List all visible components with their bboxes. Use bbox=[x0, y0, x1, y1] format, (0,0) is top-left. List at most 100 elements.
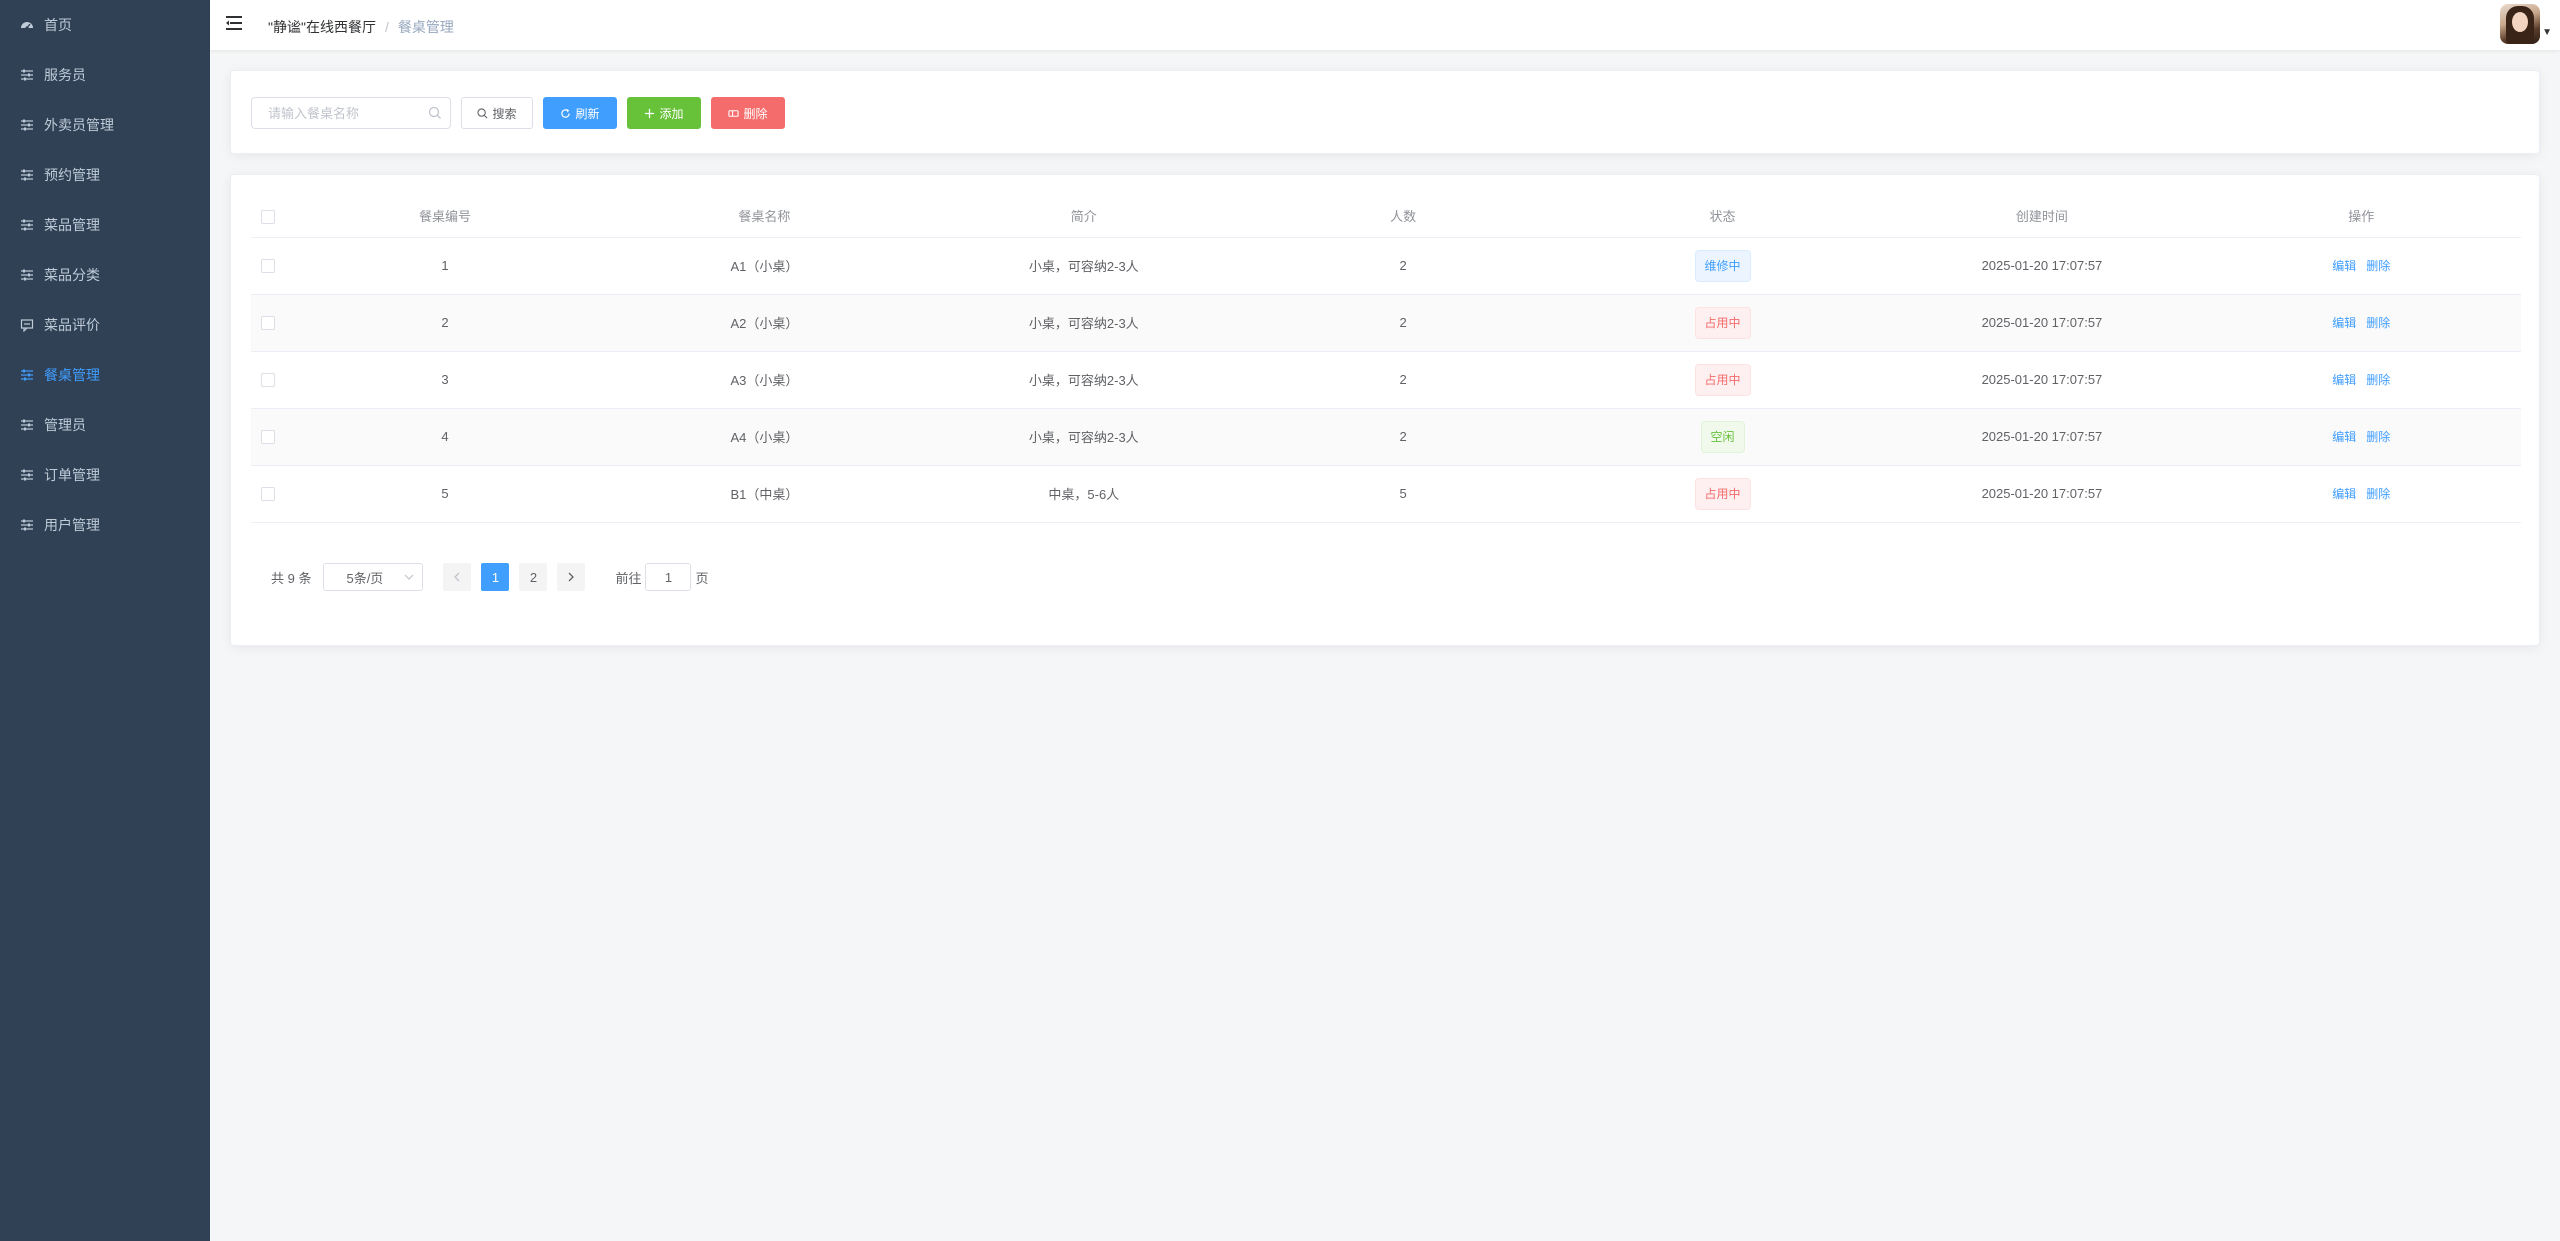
page-button[interactable]: 1 bbox=[481, 563, 510, 591]
column-header: 餐桌编号 bbox=[285, 195, 605, 238]
row-select-cell[interactable] bbox=[251, 237, 286, 295]
add-button[interactable]: 添加 bbox=[627, 97, 701, 129]
goto-page-input[interactable] bbox=[645, 563, 692, 591]
cell-created: 2025-01-20 17:07:57 bbox=[1882, 408, 2202, 466]
row-checkbox[interactable] bbox=[261, 487, 276, 502]
breadcrumb-separator: / bbox=[384, 19, 389, 35]
status-badge: 占用中 bbox=[1694, 306, 1751, 339]
cell-name: A3（小桌） bbox=[604, 351, 925, 409]
delete-link[interactable]: 删除 bbox=[2366, 487, 2390, 501]
select-all-checkbox[interactable] bbox=[261, 209, 276, 224]
sidebar-item[interactable]: 餐桌管理 bbox=[0, 350, 210, 400]
sidebar-item[interactable]: 外卖员管理 bbox=[0, 100, 210, 150]
edit-link[interactable]: 编辑 bbox=[2332, 316, 2356, 330]
row-select-cell[interactable] bbox=[251, 294, 286, 352]
cell-desc: 小桌，可容纳2-3人 bbox=[924, 408, 1244, 466]
sidebar-item[interactable]: 菜品评价 bbox=[0, 300, 210, 350]
column-header: 创建时间 bbox=[1882, 195, 2202, 238]
batch-delete-button[interactable]: 删除 bbox=[711, 97, 785, 129]
cell-actions: 编辑 删除 bbox=[2201, 408, 2521, 466]
plus-icon bbox=[644, 108, 655, 119]
cell-created: 2025-01-20 17:07:57 bbox=[1882, 351, 2202, 409]
cell-people: 2 bbox=[1243, 237, 1563, 295]
caret-down-icon[interactable]: ▼ bbox=[2542, 27, 2552, 38]
row-checkbox[interactable] bbox=[261, 316, 276, 331]
cell-created: 2025-01-20 17:07:57 bbox=[1882, 237, 2202, 295]
cell-created: 2025-01-20 17:07:57 bbox=[1882, 294, 2202, 352]
cell-desc: 中桌，5-6人 bbox=[924, 465, 1244, 523]
cell-actions: 编辑 删除 bbox=[2201, 351, 2521, 409]
hamburger-menu-icon[interactable] bbox=[226, 15, 244, 31]
status-badge: 空闲 bbox=[1700, 420, 1745, 453]
sidebar-item[interactable]: 菜品分类 bbox=[0, 250, 210, 300]
row-select-cell[interactable] bbox=[251, 465, 286, 523]
page-size-select[interactable]: 5条/页 bbox=[323, 563, 424, 591]
sidebar-item[interactable]: 用户管理 bbox=[0, 500, 210, 550]
cell-id: 4 bbox=[285, 408, 605, 466]
sliders-icon bbox=[20, 168, 34, 182]
delete-link[interactable]: 删除 bbox=[2366, 430, 2390, 444]
column-header: 人数 bbox=[1243, 195, 1563, 238]
prev-page-button[interactable] bbox=[443, 563, 472, 591]
cell-people: 2 bbox=[1243, 408, 1563, 466]
cell-id: 5 bbox=[285, 465, 605, 523]
cell-desc: 小桌，可容纳2-3人 bbox=[924, 294, 1244, 352]
status-badge: 占用中 bbox=[1694, 477, 1751, 510]
page-size-value: 5条/页 bbox=[346, 570, 384, 586]
sidebar-item[interactable]: 服务员 bbox=[0, 50, 210, 100]
breadcrumb-home[interactable]: "静谧"在线西餐厅 bbox=[268, 19, 376, 35]
sidebar-item[interactable]: 管理员 bbox=[0, 400, 210, 450]
edit-link[interactable]: 编辑 bbox=[2332, 487, 2356, 501]
cell-name: A4（小桌） bbox=[604, 408, 925, 466]
sidebar-item[interactable]: 首页 bbox=[0, 0, 210, 50]
user-menu[interactable]: ▼ bbox=[2500, 4, 2552, 44]
avatar[interactable] bbox=[2500, 4, 2541, 44]
table-header-row: 餐桌编号 餐桌名称 简介 人数 状态 创建时间 操作 bbox=[251, 195, 2521, 238]
column-header: 状态 bbox=[1562, 195, 1883, 238]
page-jumper: 前往 页 bbox=[615, 563, 709, 591]
search-input-wrapper[interactable] bbox=[251, 97, 451, 129]
edit-link[interactable]: 编辑 bbox=[2332, 430, 2356, 444]
pagination: 共 9 条 5条/页 1 2 前往 页 bbox=[271, 563, 709, 591]
cell-desc: 小桌，可容纳2-3人 bbox=[924, 237, 1244, 295]
refresh-button[interactable]: 刷新 bbox=[543, 97, 617, 129]
sliders-icon bbox=[20, 518, 34, 532]
sidebar-item-label: 外卖员管理 bbox=[44, 117, 114, 133]
next-page-button[interactable] bbox=[557, 563, 586, 591]
search-input[interactable] bbox=[266, 98, 426, 128]
sidebar-item[interactable]: 预约管理 bbox=[0, 150, 210, 200]
edit-link[interactable]: 编辑 bbox=[2332, 373, 2356, 387]
row-checkbox[interactable] bbox=[261, 373, 276, 388]
cell-status: 占用中 bbox=[1562, 351, 1883, 409]
sliders-icon bbox=[20, 418, 34, 432]
column-header: 操作 bbox=[2201, 195, 2521, 238]
row-checkbox[interactable] bbox=[261, 259, 276, 274]
header-select-all[interactable] bbox=[251, 195, 286, 238]
cell-created: 2025-01-20 17:07:57 bbox=[1882, 465, 2202, 523]
search-button[interactable]: 搜索 bbox=[461, 97, 533, 129]
page-button[interactable]: 2 bbox=[519, 563, 548, 591]
search-button-label: 搜索 bbox=[492, 106, 517, 121]
table-panel: 餐桌编号 餐桌名称 简介 人数 状态 创建时间 操作 1 A1（小桌） 小桌，可容纳… bbox=[230, 174, 2540, 646]
sidebar-item-label: 菜品管理 bbox=[44, 217, 100, 233]
cell-people: 5 bbox=[1243, 465, 1563, 523]
delete-link[interactable]: 删除 bbox=[2366, 316, 2390, 330]
sidebar-item[interactable]: 菜品管理 bbox=[0, 200, 210, 250]
row-select-cell[interactable] bbox=[251, 351, 286, 409]
edit-link[interactable]: 编辑 bbox=[2332, 259, 2356, 273]
chevron-right-icon bbox=[567, 570, 575, 585]
cell-id: 2 bbox=[285, 294, 605, 352]
chevron-left-icon bbox=[453, 570, 461, 585]
delete-link[interactable]: 删除 bbox=[2366, 373, 2390, 387]
sliders-icon bbox=[20, 468, 34, 482]
sliders-icon bbox=[20, 368, 34, 382]
sidebar-item[interactable]: 订单管理 bbox=[0, 450, 210, 500]
row-select-cell[interactable] bbox=[251, 408, 286, 466]
cell-status: 维修中 bbox=[1562, 237, 1883, 295]
delete-link[interactable]: 删除 bbox=[2366, 259, 2390, 273]
status-badge: 维修中 bbox=[1694, 249, 1751, 282]
sidebar-menu: 首页 服务员外卖员管理预约管理菜品管理菜品分类 菜品评价 餐桌管理 管理员 订单管理 用户管… bbox=[0, 0, 210, 550]
cell-actions: 编辑 删除 bbox=[2201, 294, 2521, 352]
cell-people: 2 bbox=[1243, 294, 1563, 352]
row-checkbox[interactable] bbox=[261, 430, 276, 445]
